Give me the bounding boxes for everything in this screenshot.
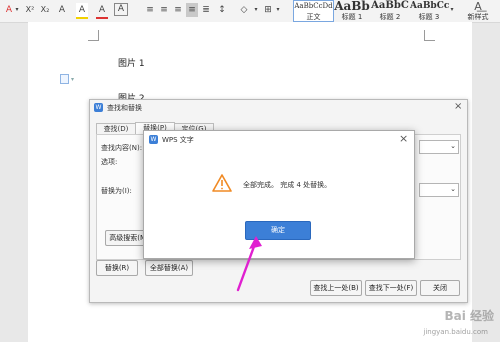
annotation-arrow: [236, 236, 262, 292]
watermark-url: jingyan.baidu.com: [423, 328, 488, 336]
watermark-logo: Bai 经验: [444, 309, 494, 323]
